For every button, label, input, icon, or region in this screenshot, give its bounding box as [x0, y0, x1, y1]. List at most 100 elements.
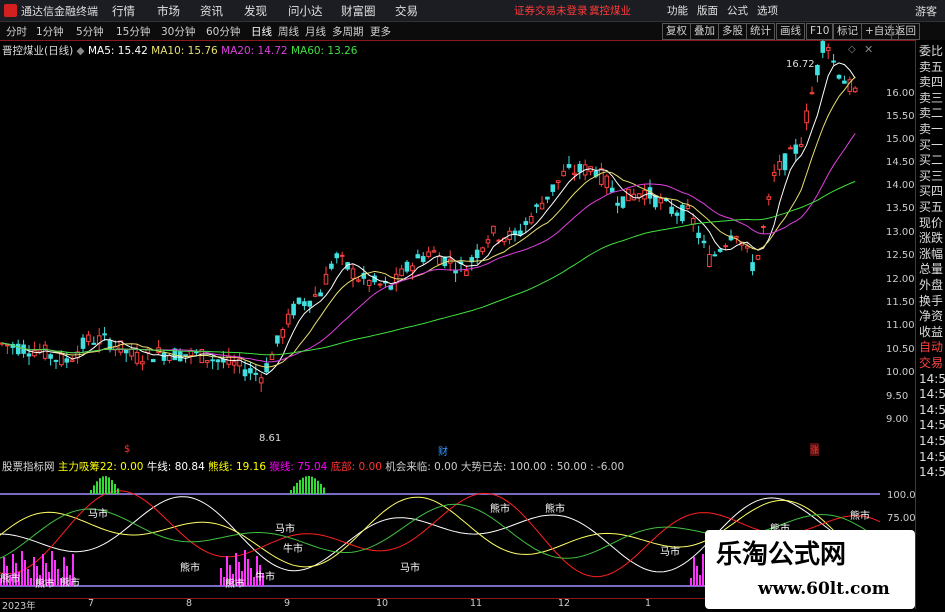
candle-body[interactable]	[815, 64, 820, 76]
menu-formula[interactable]: 公式	[727, 3, 748, 18]
candle-body[interactable]	[134, 351, 140, 364]
candle-body[interactable]	[312, 294, 318, 297]
candle-body[interactable]	[809, 92, 815, 95]
candle-body[interactable]	[32, 350, 37, 357]
chart-diamond-icon[interactable]: ◇	[848, 44, 856, 55]
adjust-button[interactable]: 复权	[662, 23, 691, 40]
candle-body[interactable]	[5, 344, 10, 347]
candle-body[interactable]	[242, 369, 248, 377]
candle-body[interactable]	[437, 255, 442, 265]
candle-body[interactable]	[442, 256, 448, 267]
candle-body[interactable]	[820, 41, 826, 53]
candle-body[interactable]	[798, 143, 804, 147]
candle-body[interactable]	[150, 359, 156, 363]
candle-body[interactable]	[285, 313, 291, 325]
menu-trade[interactable]: 交易	[395, 3, 418, 19]
menu-discover[interactable]: 发现	[244, 3, 267, 19]
candle-body[interactable]	[717, 249, 723, 252]
candle-body[interactable]	[91, 342, 97, 345]
candle-body[interactable]	[545, 196, 550, 200]
candle-body[interactable]	[550, 184, 556, 192]
menu-market-quotes[interactable]: 行情	[112, 3, 135, 19]
candle-body[interactable]	[761, 226, 766, 229]
period-tab-monthly[interactable]: 月线	[305, 24, 326, 39]
candle-body[interactable]	[777, 161, 782, 170]
candle-body[interactable]	[771, 172, 777, 176]
period-tab-more[interactable]: 更多	[370, 24, 391, 39]
period-tab-60min[interactable]: 60分钟	[206, 24, 240, 39]
back-button[interactable]: 返回	[891, 23, 920, 40]
guest-account[interactable]: 游客	[915, 3, 937, 19]
candle-body[interactable]	[334, 253, 340, 259]
draw-line-button[interactable]: 画线	[776, 23, 805, 40]
menu-news[interactable]: 资讯	[200, 3, 223, 19]
candle-body[interactable]	[275, 335, 280, 344]
candle-body[interactable]	[86, 334, 91, 343]
period-tab-5min[interactable]: 5分钟	[76, 24, 104, 39]
candle-body[interactable]	[836, 74, 842, 79]
period-tab-multi[interactable]: 多周期	[332, 24, 364, 39]
candle-body[interactable]	[577, 164, 583, 173]
candle-body[interactable]	[680, 204, 685, 222]
candle-body[interactable]	[566, 164, 572, 168]
candle-body[interactable]	[296, 297, 302, 304]
candle-body[interactable]	[210, 359, 215, 362]
candle-body[interactable]	[356, 279, 361, 282]
candle-body[interactable]	[410, 265, 415, 272]
candle-body[interactable]	[491, 225, 496, 234]
candle-body[interactable]	[609, 187, 615, 193]
candle-body[interactable]	[604, 175, 610, 189]
candle-body[interactable]	[329, 263, 334, 269]
candle-body[interactable]	[734, 236, 739, 239]
candle-body[interactable]	[615, 202, 620, 206]
finance-marker[interactable]: 财	[438, 443, 448, 458]
candle-body[interactable]	[480, 247, 485, 253]
candle-body[interactable]	[518, 230, 523, 235]
candle-body[interactable]	[712, 254, 718, 257]
menu-ask-xiaoda[interactable]: 问小达	[288, 3, 323, 19]
candle-body[interactable]	[474, 249, 480, 258]
candle-body[interactable]	[69, 359, 75, 362]
period-tab-15min[interactable]: 15分钟	[116, 24, 150, 39]
candle-body[interactable]	[431, 250, 437, 253]
mark-button[interactable]: 标记	[833, 23, 862, 40]
candle-body[interactable]	[690, 217, 696, 225]
candle-body[interactable]	[339, 254, 345, 257]
legend-settings-icon[interactable]: ◆	[77, 45, 85, 57]
candle-body[interactable]	[723, 245, 728, 248]
candle-body[interactable]	[523, 221, 529, 226]
candle-body[interactable]	[707, 253, 712, 268]
candle-body[interactable]	[302, 301, 307, 307]
candle-body[interactable]	[215, 359, 221, 363]
candle-body[interactable]	[842, 80, 847, 84]
candle-body[interactable]	[64, 358, 70, 363]
event-marker-left[interactable]: $	[124, 444, 130, 455]
candle-body[interactable]	[399, 268, 404, 277]
candle-body[interactable]	[26, 353, 32, 357]
candle-body[interactable]	[831, 60, 836, 63]
period-tab-weekly[interactable]: 周线	[278, 24, 299, 39]
candle-body[interactable]	[350, 268, 356, 279]
candle-body[interactable]	[167, 355, 172, 362]
menu-wealth-circle[interactable]: 财富圈	[341, 3, 376, 19]
quote-panel-label[interactable]: 自动	[919, 340, 943, 355]
menu-options[interactable]: 选项	[757, 3, 778, 18]
candle-body[interactable]	[701, 240, 707, 244]
candle-body[interactable]	[204, 359, 210, 363]
candle-body[interactable]	[426, 251, 431, 257]
candle-body[interactable]	[377, 283, 383, 286]
candle-body[interactable]	[140, 361, 145, 365]
candle-body[interactable]	[307, 300, 313, 307]
candle-body[interactable]	[669, 206, 674, 214]
candle-body[interactable]	[750, 262, 755, 271]
candle-body[interactable]	[258, 377, 264, 384]
menu-layout[interactable]: 版面	[697, 3, 718, 18]
multi-stock-button[interactable]: 多股	[718, 23, 747, 40]
candle-body[interactable]	[825, 47, 831, 52]
candle-body[interactable]	[766, 196, 772, 200]
candle-body[interactable]	[572, 172, 577, 176]
candle-body[interactable]	[102, 333, 107, 336]
candle-body[interactable]	[59, 353, 64, 366]
candle-body[interactable]	[183, 354, 188, 357]
candle-body[interactable]	[129, 348, 134, 357]
